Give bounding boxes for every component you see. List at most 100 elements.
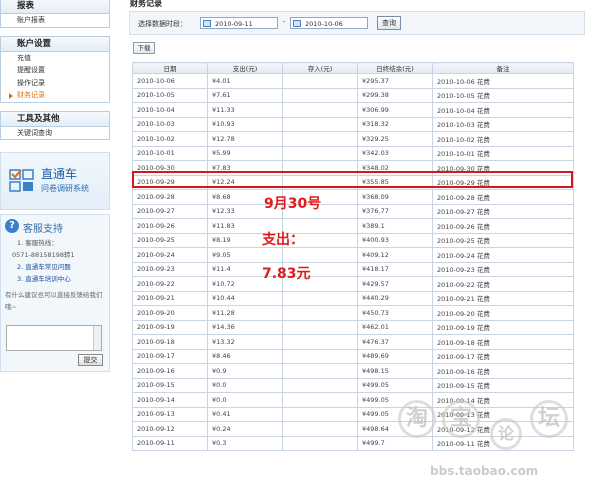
survey-promo-banner[interactable]: 直通车 问卷调研系统 xyxy=(0,152,110,210)
cell-balance: ¥329.25 xyxy=(357,131,433,147)
cell-expense: ¥4.01 xyxy=(207,73,283,89)
sidebar-item-reminder-settings[interactable]: 提醒设置 xyxy=(1,64,109,77)
cell-expense: ¥0.0 xyxy=(207,392,283,408)
cell-deposit xyxy=(282,87,358,103)
cell-balance: ¥498.15 xyxy=(357,363,433,379)
watermark-url: bbs.taobao.com xyxy=(430,464,539,478)
promo-title: 直通车 xyxy=(41,167,78,181)
cell-balance: ¥348.02 xyxy=(357,160,433,176)
table-row: 2010-09-15 ¥0.0 ¥499.05 2010-09-15 花费 xyxy=(132,377,574,393)
cell-note: 2010-09-17 花费 xyxy=(432,348,574,364)
sidebar-item-keyword-query[interactable]: 关键词查询 xyxy=(1,127,109,140)
submit-button[interactable]: 提交 xyxy=(78,354,103,366)
cell-balance: ¥355.85 xyxy=(357,174,433,190)
page-title: 财务记录 xyxy=(130,0,162,8)
section-title: 账户设置 xyxy=(1,36,109,52)
cell-deposit xyxy=(282,319,358,335)
calendar-icon[interactable] xyxy=(293,20,301,27)
col-date-header: 日期 xyxy=(132,62,208,74)
cell-balance: ¥295.37 xyxy=(357,73,433,89)
cell-deposit xyxy=(282,348,358,364)
table-row: 2010-10-06 ¥4.01 ¥295.37 2010-10-06 花费 xyxy=(132,73,574,89)
cell-date: 2010-10-04 xyxy=(132,102,208,118)
cell-note: 2010-10-05 花费 xyxy=(432,87,574,103)
feedback-textarea[interactable] xyxy=(6,325,102,351)
cell-note: 2010-09-28 花费 xyxy=(432,189,574,205)
sidebar-item-operation-log[interactable]: 操作记录 xyxy=(1,77,109,90)
account-settings-section: 账户设置 充值 提醒设置 操作记录 财务记录 xyxy=(0,35,110,103)
sidebar-item-account-report[interactable]: 账户报表 xyxy=(1,14,109,27)
col-expense-header: 支出(元) xyxy=(207,62,283,74)
table-row: 2010-09-27 ¥12.33 ¥376.77 2010-09-27 花费 xyxy=(132,203,574,219)
cell-balance: ¥476.37 xyxy=(357,334,433,350)
cell-deposit xyxy=(282,435,358,451)
cell-note: 2010-09-19 花费 xyxy=(432,319,574,335)
cell-note: 2010-09-24 花费 xyxy=(432,247,574,263)
cell-note: 2010-10-06 花费 xyxy=(432,73,574,89)
cell-note: 2010-10-03 花费 xyxy=(432,116,574,132)
cell-date: 2010-09-15 xyxy=(132,377,208,393)
cell-deposit xyxy=(282,131,358,147)
cell-date: 2010-09-19 xyxy=(132,319,208,335)
cell-date: 2010-09-17 xyxy=(132,348,208,364)
date-filter-bar: 选择数据时段： 2010-09-11 - 2010-10-06 查询 xyxy=(129,11,585,35)
calendar-icon[interactable] xyxy=(203,20,211,27)
cell-deposit xyxy=(282,174,358,190)
feedback-prompt: 有什么建议也可以直接反馈给我们哦~ xyxy=(5,291,103,311)
scrollbar[interactable] xyxy=(93,326,101,350)
cell-note: 2010-10-02 花费 xyxy=(432,131,574,147)
cell-balance: ¥400.93 xyxy=(357,232,433,248)
forum-watermark: 淘 宝 论 坛 bbs.taobao.com xyxy=(390,400,590,491)
cell-expense: ¥0.41 xyxy=(207,406,283,422)
help-icon: ? xyxy=(5,219,19,233)
table-row: 2010-09-25 ¥8.19 ¥400.93 2010-09-25 花费 xyxy=(132,232,574,248)
table-row: 2010-10-02 ¥12.78 ¥329.25 2010-10-02 花费 xyxy=(132,131,574,147)
cell-balance: ¥429.57 xyxy=(357,276,433,292)
col-balance-header: 日终结余(元) xyxy=(357,62,433,74)
cell-note: 2010-09-23 花费 xyxy=(432,261,574,277)
faq-link[interactable]: 2. 直通车常见问题 xyxy=(1,261,109,273)
cell-note: 2010-09-22 花费 xyxy=(432,276,574,292)
cell-date: 2010-09-13 xyxy=(132,406,208,422)
promo-subtitle: 问卷调研系统 xyxy=(41,184,89,193)
annotation-line-2: 支出： xyxy=(262,232,304,248)
sidebar-item-finance-records[interactable]: 财务记录 xyxy=(1,89,109,102)
table-row: 2010-10-03 ¥10.93 ¥318.32 2010-10-03 花费 xyxy=(132,116,574,132)
cell-note: 2010-10-04 花费 xyxy=(432,102,574,118)
finance-table: 日期 支出(元) 存入(元) 日终结余(元) 备注 2010-10-06 ¥4.0… xyxy=(132,62,574,451)
cell-date: 2010-09-26 xyxy=(132,218,208,234)
table-row: 2010-09-18 ¥13.32 ¥476.37 2010-09-18 花费 xyxy=(132,334,574,350)
date-separator: - xyxy=(283,18,286,26)
cell-date: 2010-09-27 xyxy=(132,203,208,219)
date-to-input[interactable]: 2010-10-06 xyxy=(290,17,368,29)
date-to-value: 2010-10-06 xyxy=(305,20,343,28)
table-row: 2010-09-20 ¥11.28 ¥450.73 2010-09-20 花费 xyxy=(132,305,574,321)
cell-note: 2010-09-25 花费 xyxy=(432,232,574,248)
support-panel: ? 客服支持 1. 客服热线： 0571-88158198转1 2. 直通车常见… xyxy=(0,214,110,372)
date-from-value: 2010-09-11 xyxy=(215,20,253,28)
date-from-input[interactable]: 2010-09-11 xyxy=(200,17,278,29)
cell-date: 2010-09-21 xyxy=(132,290,208,306)
cell-deposit xyxy=(282,363,358,379)
cell-deposit xyxy=(282,421,358,437)
cell-expense: ¥11.28 xyxy=(207,305,283,321)
cell-balance: ¥418.17 xyxy=(357,261,433,277)
download-button[interactable]: 下载 xyxy=(133,42,155,54)
training-link[interactable]: 3. 直通车培训中心 xyxy=(1,273,109,285)
cell-expense: ¥14.36 xyxy=(207,319,283,335)
table-row: 2010-09-28 ¥8.68 ¥368.09 2010-09-28 花费 xyxy=(132,189,574,205)
cell-date: 2010-09-11 xyxy=(132,435,208,451)
cell-date: 2010-10-01 xyxy=(132,145,208,161)
table-body: 2010-10-06 ¥4.01 ¥295.37 2010-10-06 花费 2010-… xyxy=(132,73,574,451)
query-button[interactable]: 查询 xyxy=(377,16,401,30)
cell-balance: ¥342.03 xyxy=(357,145,433,161)
cell-deposit xyxy=(282,406,358,422)
cell-expense: ¥12.78 xyxy=(207,131,283,147)
table-row: 2010-09-29 ¥12.24 ¥355.85 2010-09-29 花费 xyxy=(132,174,574,190)
cell-balance: ¥376.77 xyxy=(357,203,433,219)
cell-expense: ¥7.83 xyxy=(207,160,283,176)
cell-note: 2010-10-01 花费 xyxy=(432,145,574,161)
cell-note: 2010-09-18 花费 xyxy=(432,334,574,350)
sidebar-item-recharge[interactable]: 充值 xyxy=(1,52,109,65)
cell-expense: ¥0.0 xyxy=(207,377,283,393)
